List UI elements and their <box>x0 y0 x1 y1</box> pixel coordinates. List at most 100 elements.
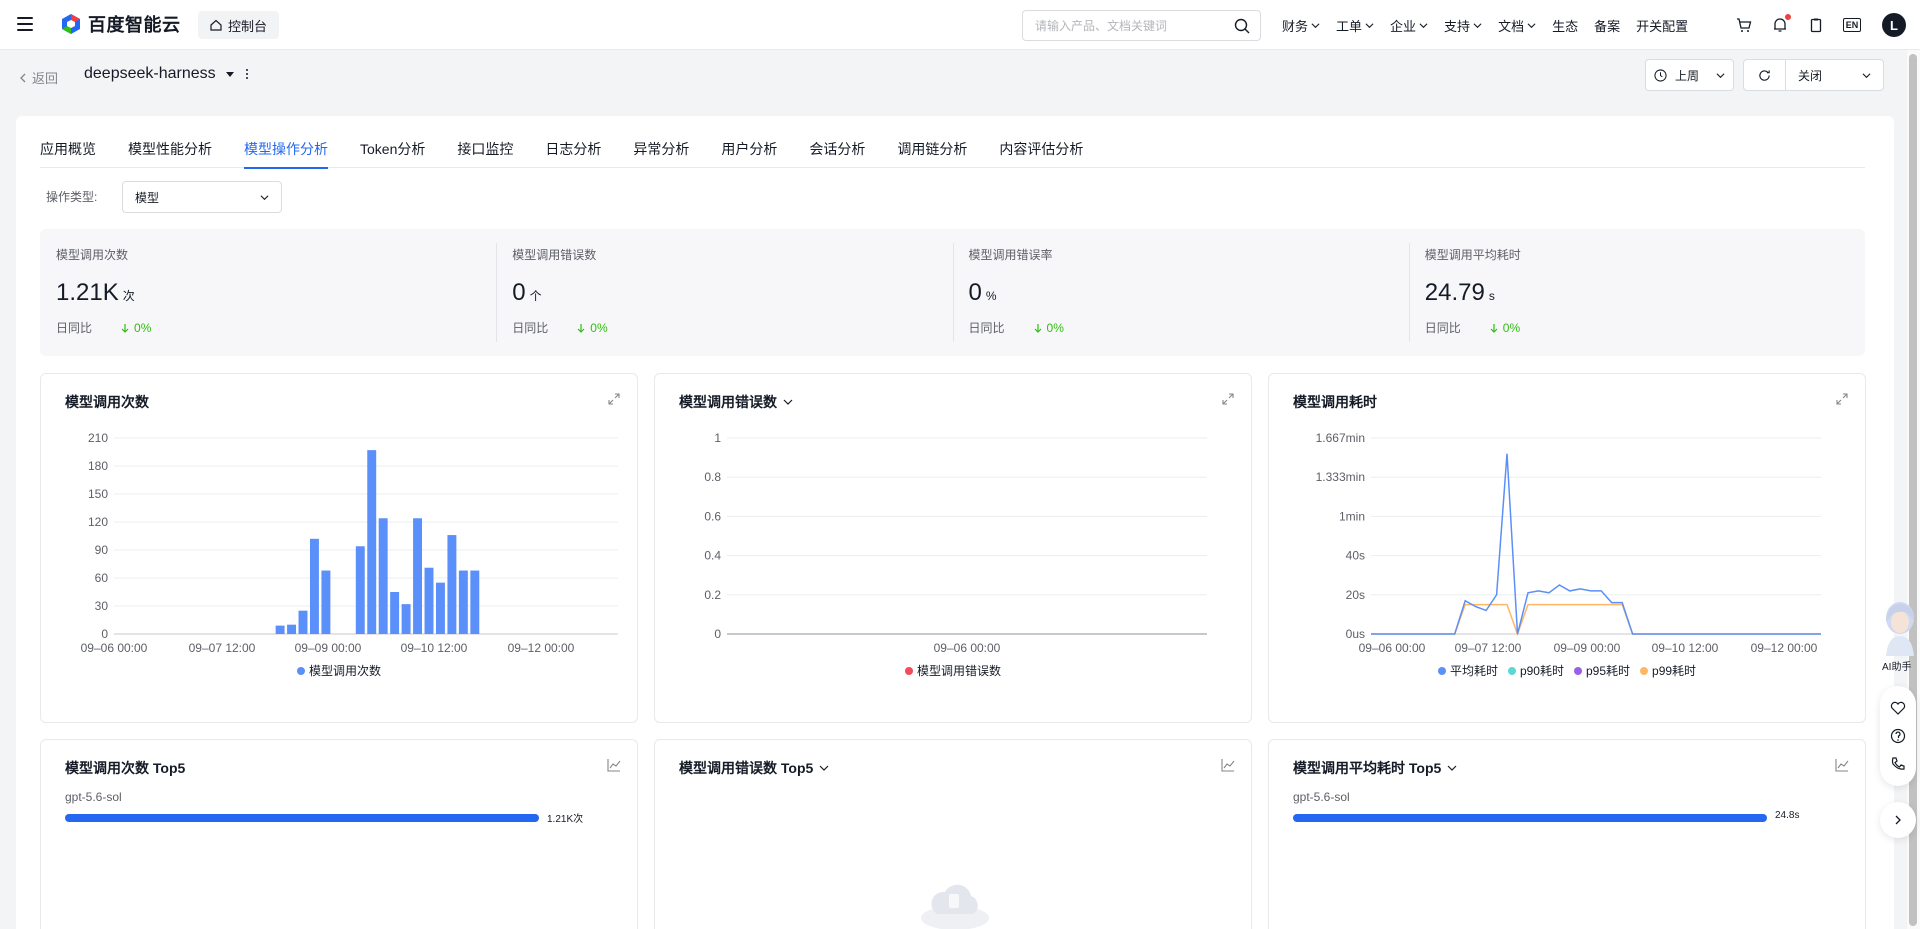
search-box[interactable] <box>1022 10 1261 41</box>
nav-menu: 财务 工单 企业 支持 文档 生态 备案 开关配置 <box>1282 0 1704 50</box>
legend-item[interactable]: 模型调用次数 <box>296 662 381 679</box>
search-input[interactable] <box>1035 18 1225 33</box>
y-tick-label: 0 <box>714 627 721 641</box>
stat-unit: 次 <box>122 289 135 303</box>
top5-title[interactable]: 模型调用错误数 Top5 <box>679 758 829 778</box>
series-line <box>1371 603 1821 637</box>
operation-type-select[interactable]: 模型 <box>122 181 282 213</box>
x-tick-label: 09–12 00:00 <box>508 641 575 654</box>
legend-label: 模型调用错误数 <box>916 664 1001 678</box>
tab-content-eval[interactable]: 内容评估分析 <box>999 130 1083 168</box>
x-tick-label: 09–12 00:00 <box>1751 641 1818 654</box>
bell-icon[interactable] <box>1771 14 1791 34</box>
legend-item[interactable]: p90耗时 <box>1507 662 1564 679</box>
top5-item-name: gpt-5.6-sol <box>65 790 122 804</box>
more-icon[interactable] <box>246 69 248 79</box>
bar <box>390 592 400 634</box>
line-chart-icon[interactable] <box>1221 758 1235 772</box>
nav-item-switch-config[interactable]: 开关配置 <box>1636 16 1688 35</box>
legend: 模型调用错误数 <box>655 662 1251 679</box>
legend-item[interactable]: p99耗时 <box>1640 662 1696 679</box>
line-chart-icon[interactable] <box>607 758 621 772</box>
stat-value: 1.21K <box>56 279 119 306</box>
tab-token[interactable]: Token分析 <box>360 130 425 168</box>
chevron-down-icon <box>1527 22 1536 28</box>
notification-dot <box>1785 14 1791 20</box>
legend-dot <box>1507 666 1516 675</box>
menu-icon[interactable] <box>14 13 36 35</box>
legend-dot <box>904 666 913 675</box>
app-name: deepseek-harness <box>84 65 216 82</box>
top5-title[interactable]: 模型调用平均耗时 Top5 <box>1293 758 1457 778</box>
phone-icon[interactable] <box>1890 756 1906 772</box>
tab-logs[interactable]: 日志分析 <box>545 130 601 168</box>
nav-label: 财务 <box>1282 18 1309 34</box>
app-name-dropdown[interactable]: deepseek-harness <box>84 65 234 83</box>
y-tick-label: 1.333min <box>1316 470 1365 484</box>
collapse-sidebar-button[interactable] <box>1880 802 1916 838</box>
tab-users[interactable]: 用户分析 <box>721 130 777 168</box>
legend-dot <box>1437 666 1446 675</box>
chevron-down-icon <box>1447 765 1457 771</box>
chart-title[interactable]: 模型调用错误数 <box>679 392 793 412</box>
back-button[interactable]: 返回 <box>18 68 58 87</box>
analysis-tabs: 应用概览 模型性能分析 模型操作分析 Token分析 接口监控 日志分析 异常分… <box>40 130 1865 169</box>
legend-item[interactable]: 模型调用错误数 <box>904 662 1001 679</box>
chart-title: 模型调用耗时 <box>1293 392 1377 412</box>
legend-label: p99耗时 <box>1652 664 1697 678</box>
clock-icon <box>1654 68 1667 82</box>
main-panel: 应用概览 模型性能分析 模型操作分析 Token分析 接口监控 日志分析 异常分… <box>16 116 1894 929</box>
nav-item-ecosystem[interactable]: 生态 <box>1552 16 1578 35</box>
help-icon[interactable] <box>1890 728 1906 744</box>
scrollbar-thumb[interactable] <box>1909 54 1917 926</box>
avatar[interactable]: L <box>1882 13 1906 37</box>
stat-value: 24.79 <box>1424 279 1485 306</box>
top5-bar-track <box>65 814 539 822</box>
nav-label: 开关配置 <box>1636 18 1689 34</box>
tab-sessions[interactable]: 会话分析 <box>809 130 865 168</box>
auto-refresh-select[interactable]: 关闭 <box>1786 67 1883 84</box>
search-icon[interactable] <box>1234 18 1250 34</box>
top5-title-text: 模型调用次数 Top5 <box>65 760 186 776</box>
expand-icon[interactable] <box>1835 392 1849 406</box>
tab-model-performance[interactable]: 模型性能分析 <box>128 130 212 168</box>
y-tick-label: 150 <box>88 487 108 501</box>
legend-item[interactable]: p95耗时 <box>1573 662 1630 679</box>
tab-trace[interactable]: 调用链分析 <box>897 130 967 168</box>
nav-label: 文档 <box>1498 18 1525 34</box>
console-button[interactable]: 控制台 <box>198 11 280 39</box>
nav-item-finance[interactable]: 财务 <box>1282 16 1320 35</box>
line-chart-icon[interactable] <box>1835 758 1849 772</box>
x-tick-label: 09–10 12:00 <box>401 641 468 654</box>
tab-overview[interactable]: 应用概览 <box>40 130 96 168</box>
logo[interactable]: 百度智能云 <box>60 11 181 37</box>
nav-item-ticket[interactable]: 工单 <box>1336 16 1374 35</box>
language-switch[interactable]: EN <box>1842 16 1862 34</box>
nav-item-enterprise[interactable]: 企业 <box>1390 16 1428 35</box>
nav-label: 支持 <box>1444 18 1471 34</box>
cart-icon[interactable] <box>1735 16 1753 34</box>
tab-api-monitor[interactable]: 接口监控 <box>457 130 513 168</box>
language-label: EN <box>1842 18 1862 32</box>
expand-icon[interactable] <box>607 392 621 406</box>
legend-item[interactable]: 平均耗时 <box>1437 662 1498 679</box>
tab-model-operations[interactable]: 模型操作分析 <box>244 130 328 169</box>
y-tick-label: 210 <box>88 431 108 445</box>
time-range-select[interactable]: 上周 <box>1645 59 1734 91</box>
x-tick-label: 09–07 12:00 <box>189 641 256 654</box>
heart-icon[interactable] <box>1890 700 1906 716</box>
ai-assistant[interactable]: AI助手 <box>1878 600 1918 673</box>
chart-title: 模型调用次数 <box>65 392 149 412</box>
refresh-button[interactable] <box>1744 60 1786 90</box>
tab-exceptions[interactable]: 异常分析 <box>633 130 689 168</box>
expand-icon[interactable] <box>1221 392 1235 406</box>
x-tick-label: 09–06 00:00 <box>934 641 1001 654</box>
chevron-down-icon <box>1365 22 1374 28</box>
clipboard-icon[interactable] <box>1807 16 1825 34</box>
nav-item-docs[interactable]: 文档 <box>1498 16 1536 35</box>
chevron-down-icon <box>1473 22 1482 28</box>
legend-label: 模型调用次数 <box>308 664 381 678</box>
nav-item-icp[interactable]: 备案 <box>1594 16 1620 35</box>
nav-item-support[interactable]: 支持 <box>1444 16 1482 35</box>
legend: 平均耗时 p90耗时 p95耗时 p99耗时 <box>1269 662 1865 679</box>
